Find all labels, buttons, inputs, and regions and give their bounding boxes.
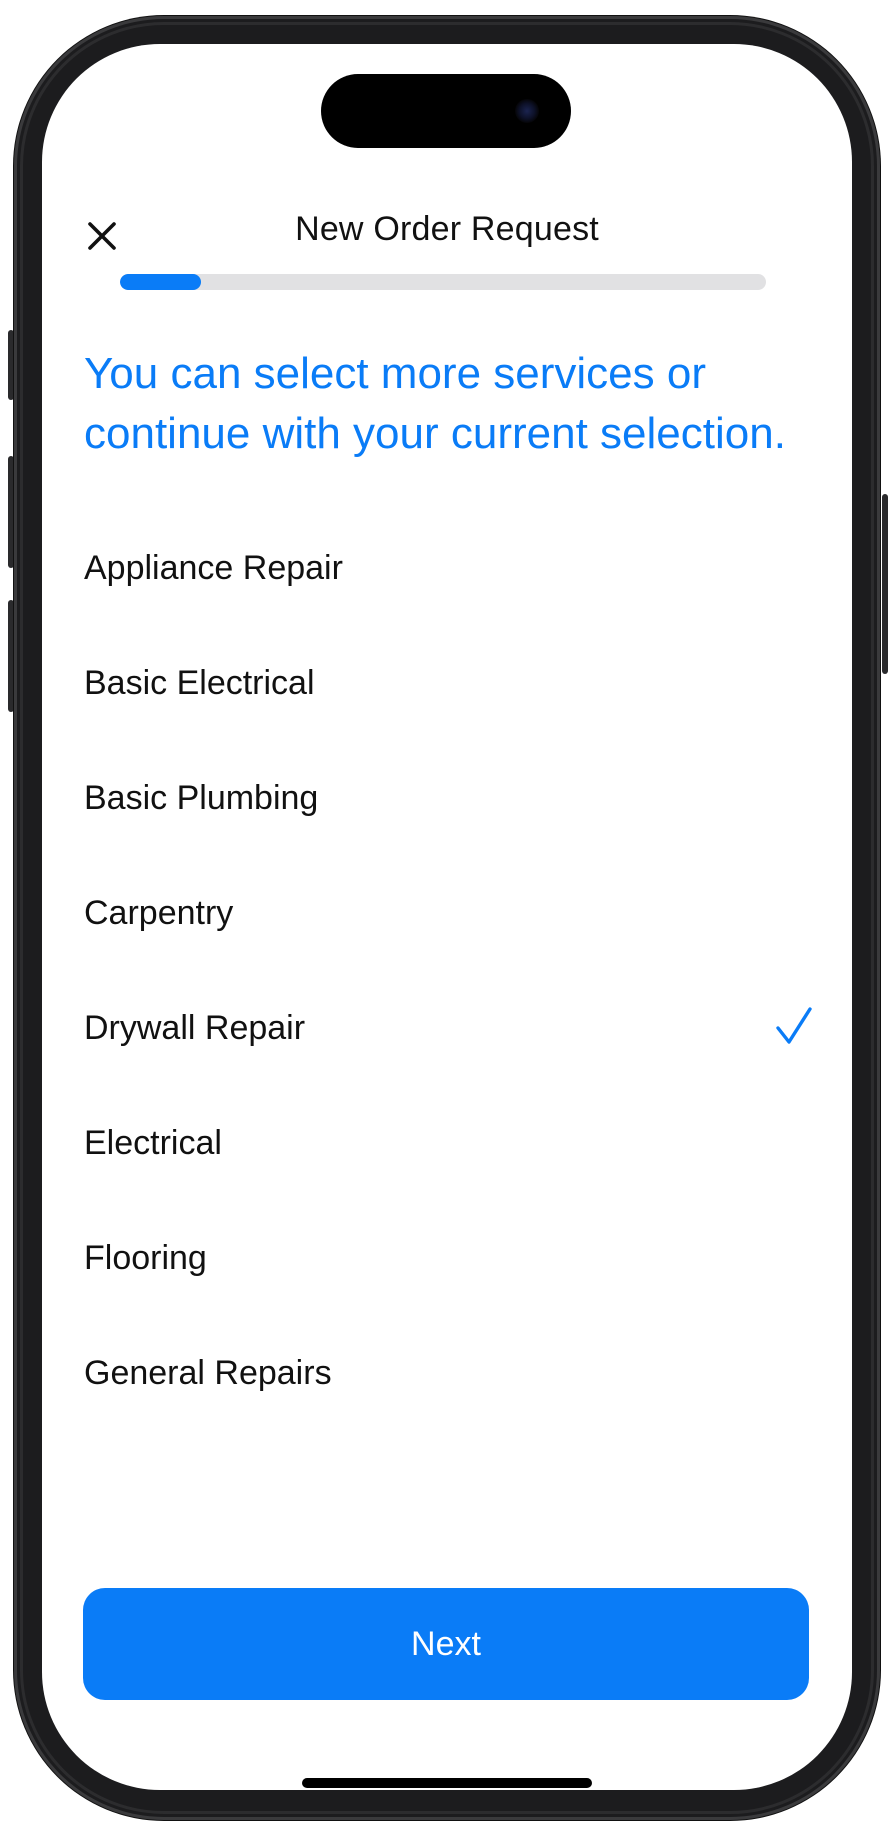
service-item[interactable]: Basic Plumbing: [84, 768, 814, 883]
service-item[interactable]: Appliance Repair: [84, 538, 814, 653]
service-label: Basic Plumbing: [84, 779, 319, 817]
service-label: Flooring: [84, 1239, 207, 1277]
checkmark-icon: [776, 1007, 812, 1044]
service-item[interactable]: Drywall Repair: [84, 998, 814, 1113]
service-item[interactable]: General Repairs: [84, 1343, 814, 1458]
service-label: Drywall Repair: [84, 1009, 306, 1047]
service-label: Carpentry: [84, 894, 234, 932]
app-screen: New Order Request You can select more se…: [42, 44, 852, 1790]
dynamic-island: [321, 74, 571, 148]
front-camera-icon: [515, 99, 539, 123]
service-list: Appliance Repair Basic Electrical Basic Pl…: [84, 538, 814, 1458]
service-label: Basic Electrical: [84, 664, 315, 702]
power-button: [882, 494, 888, 674]
headline: You can select more services or continue…: [84, 349, 786, 458]
progress-fill: [120, 274, 201, 290]
service-item[interactable]: Basic Electrical: [84, 653, 814, 768]
next-button[interactable]: Next: [83, 1588, 809, 1700]
page-title: New Order Request: [295, 210, 599, 248]
service-item[interactable]: Flooring: [84, 1228, 814, 1343]
service-item[interactable]: Electrical: [84, 1113, 814, 1228]
device-mockup: New Order Request You can select more se…: [0, 0, 896, 1834]
service-label: Electrical: [84, 1124, 222, 1162]
service-label: Appliance Repair: [84, 549, 343, 587]
home-indicator[interactable]: [302, 1778, 592, 1788]
service-label: General Repairs: [84, 1354, 332, 1392]
service-item[interactable]: Carpentry: [84, 883, 814, 998]
progress-bar: [120, 274, 766, 290]
